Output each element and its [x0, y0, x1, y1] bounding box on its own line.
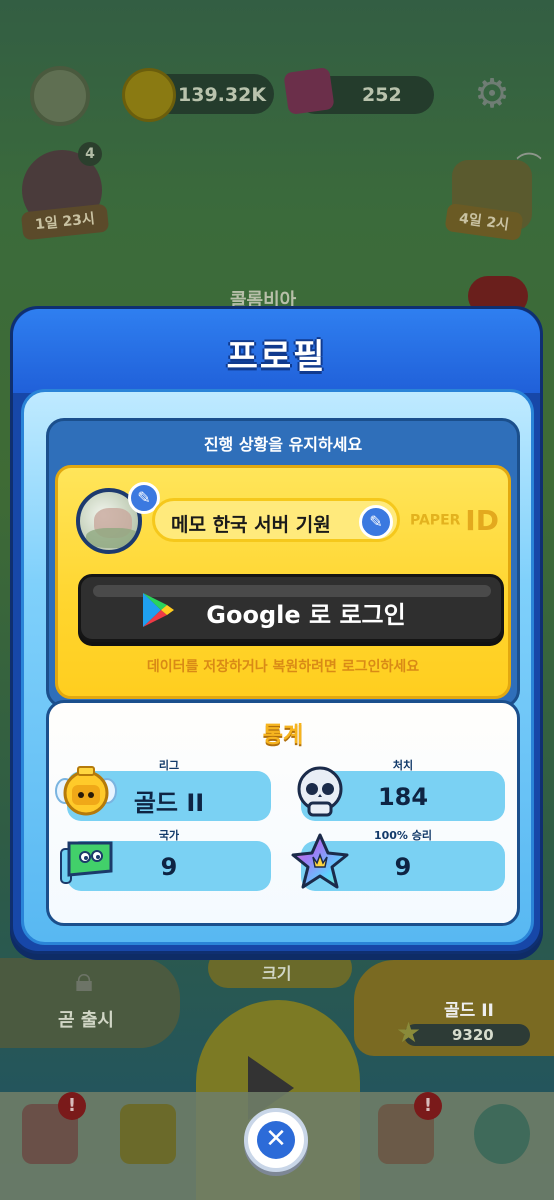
stats-title: 통계: [262, 723, 304, 748]
login-hint: 데이터를 저장하거나 복원하려면 로그인하세요: [146, 659, 420, 675]
gold-league-icon: [55, 766, 117, 816]
stats-card: 통계 리그 골드 II 처치 184 국가 9 100% 승리 9: [46, 700, 520, 926]
player-avatar-hud[interactable]: [30, 66, 90, 126]
collection-tab-icon[interactable]: [120, 1104, 176, 1164]
paper-id-small: PAPER: [410, 512, 461, 529]
paper-id-badge: PAPER ID: [410, 504, 499, 537]
star-icon: ★: [396, 1016, 422, 1049]
gold-coin-icon: [122, 68, 176, 122]
paper-id-big: ID: [465, 504, 499, 537]
gem-icon: [283, 67, 335, 115]
progress-header: 진행 상황을 유지하세요: [203, 435, 363, 454]
shop-alert-icon: !: [58, 1092, 86, 1120]
modal-header: 프로필: [13, 309, 540, 393]
world-tab-icon[interactable]: [474, 1104, 530, 1164]
missions-alert-icon: !: [414, 1092, 442, 1120]
profile-modal: 프로필 진행 상황을 유지하세요 ✎ 메모 한국 서버 기원 ✎ PAPER I…: [10, 306, 543, 954]
google-login-label: Google 로 로그인: [206, 601, 406, 629]
gem-value: 252: [362, 84, 402, 106]
close-button[interactable]: ✕: [244, 1108, 308, 1172]
nickname-text: 메모 한국 서버 기원: [171, 514, 331, 536]
nickname-field[interactable]: 메모 한국 서버 기원 ✎: [152, 498, 400, 542]
league-plate-label: 골드 II: [444, 1001, 494, 1021]
modal-title: 프로필: [226, 337, 327, 377]
country-flag-icon: [60, 841, 113, 884]
modal-body: 진행 상황을 유지하세요 ✎ 메모 한국 서버 기원 ✎ PAPER ID Go…: [21, 389, 534, 945]
nickname-edit-icon[interactable]: ✎: [359, 505, 393, 539]
account-card: ✎ 메모 한국 서버 기원 ✎ PAPER ID Google 로 로그인 데이…: [55, 465, 511, 699]
google-login-button[interactable]: Google 로 로그인: [78, 574, 504, 642]
gear-icon[interactable]: ⚙: [470, 72, 514, 116]
size-label: 크기: [262, 964, 292, 983]
skull-icon: [297, 766, 343, 817]
rainbow-star-icon: [291, 833, 349, 889]
lock-icon: 🔒︎: [74, 960, 94, 1000]
gold-value: 139.32K: [178, 84, 267, 106]
skull-count-badge: 4: [78, 142, 102, 166]
league-xp-value: 9320: [452, 1026, 494, 1044]
progress-card: 진행 상황을 유지하세요 ✎ 메모 한국 서버 기원 ✎ PAPER ID Go…: [46, 418, 520, 708]
coming-soon-label: 곧 출시: [58, 1010, 114, 1031]
close-icon: ✕: [257, 1121, 295, 1159]
